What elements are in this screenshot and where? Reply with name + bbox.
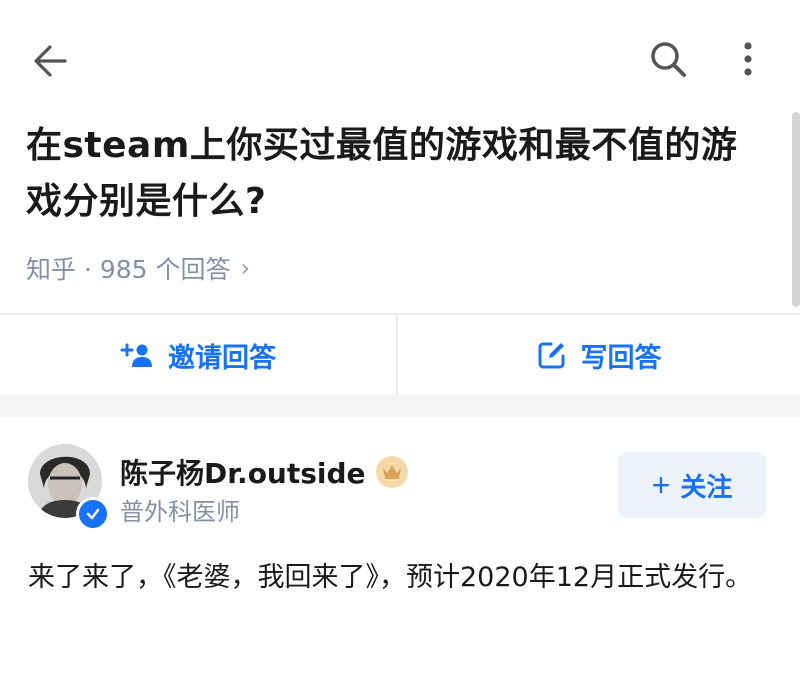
author-name[interactable]: 陈子杨Dr.outside bbox=[120, 452, 408, 492]
back-button[interactable] bbox=[22, 36, 78, 86]
more-vertical-icon bbox=[744, 42, 752, 76]
author-name-text: 陈子杨Dr.outside bbox=[120, 457, 366, 490]
question-title[interactable]: 在steam上你买过最值的游戏和最不值的游戏分别是什么? bbox=[26, 118, 766, 230]
write-answer-button[interactable]: 写回答 bbox=[398, 315, 800, 395]
author-role: 普外科医师 bbox=[120, 498, 240, 526]
top-bar bbox=[0, 0, 800, 110]
answer-content[interactable]: 来了来了，《老婆，我回来了》，预计2020年12月正式发行。 bbox=[28, 552, 768, 604]
invite-answer-label: 邀请回答 bbox=[168, 342, 276, 374]
scrollbar[interactable] bbox=[792, 112, 800, 307]
question-meta-text: 知乎 · 985 个回答 bbox=[26, 255, 231, 284]
more-button[interactable] bbox=[726, 34, 770, 84]
follow-label: 关注 bbox=[680, 471, 733, 502]
search-icon bbox=[651, 42, 686, 77]
chevron-right-icon: › bbox=[240, 254, 251, 282]
invite-answer-button[interactable]: 邀请回答 bbox=[0, 315, 396, 395]
verified-badge-icon bbox=[76, 497, 110, 531]
crown-badge-icon bbox=[375, 456, 408, 488]
write-answer-label: 写回答 bbox=[580, 342, 662, 374]
plus-icon: + bbox=[651, 466, 671, 503]
arrow-left-icon bbox=[34, 45, 67, 77]
edit-icon bbox=[537, 340, 567, 370]
search-button[interactable] bbox=[640, 34, 696, 84]
add-user-icon bbox=[120, 342, 154, 368]
section-gap bbox=[0, 395, 800, 417]
question-meta[interactable]: 知乎 · 985 个回答 › bbox=[26, 250, 250, 286]
follow-button[interactable]: + 关注 bbox=[618, 452, 766, 518]
